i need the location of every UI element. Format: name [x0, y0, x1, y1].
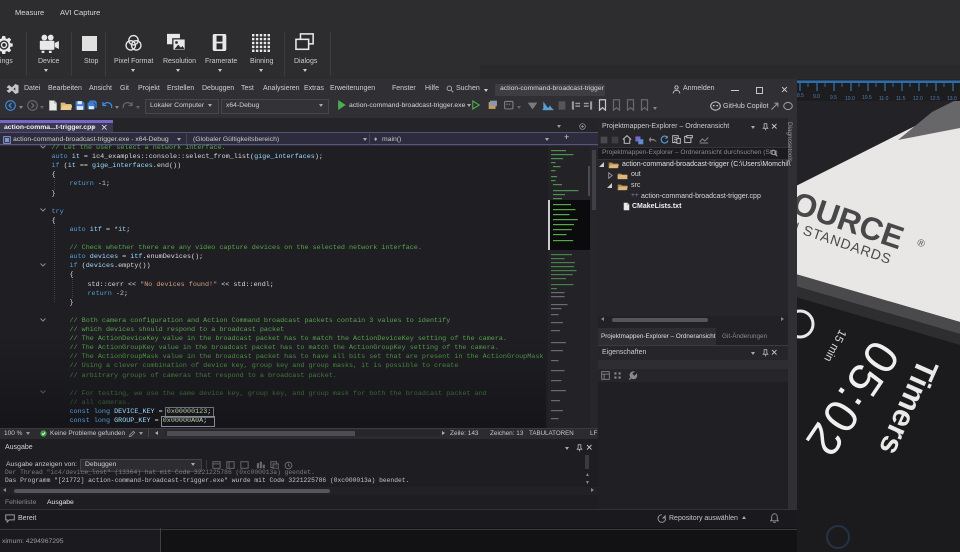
- svg-text:12.5: 12.5: [930, 96, 940, 102]
- svg-text:13.0: 13.0: [947, 96, 957, 102]
- svg-text:9.0: 9.0: [813, 94, 820, 100]
- svg-text:10.5: 10.5: [862, 95, 872, 101]
- svg-text:12.0: 12.0: [913, 96, 923, 102]
- svg-text:8.5: 8.5: [797, 93, 804, 99]
- svg-text:11.5: 11.5: [896, 96, 906, 102]
- svg-text:9.5: 9.5: [830, 95, 837, 101]
- svg-text:11.0: 11.0: [879, 96, 889, 102]
- svg-text:10.0: 10.0: [845, 96, 855, 102]
